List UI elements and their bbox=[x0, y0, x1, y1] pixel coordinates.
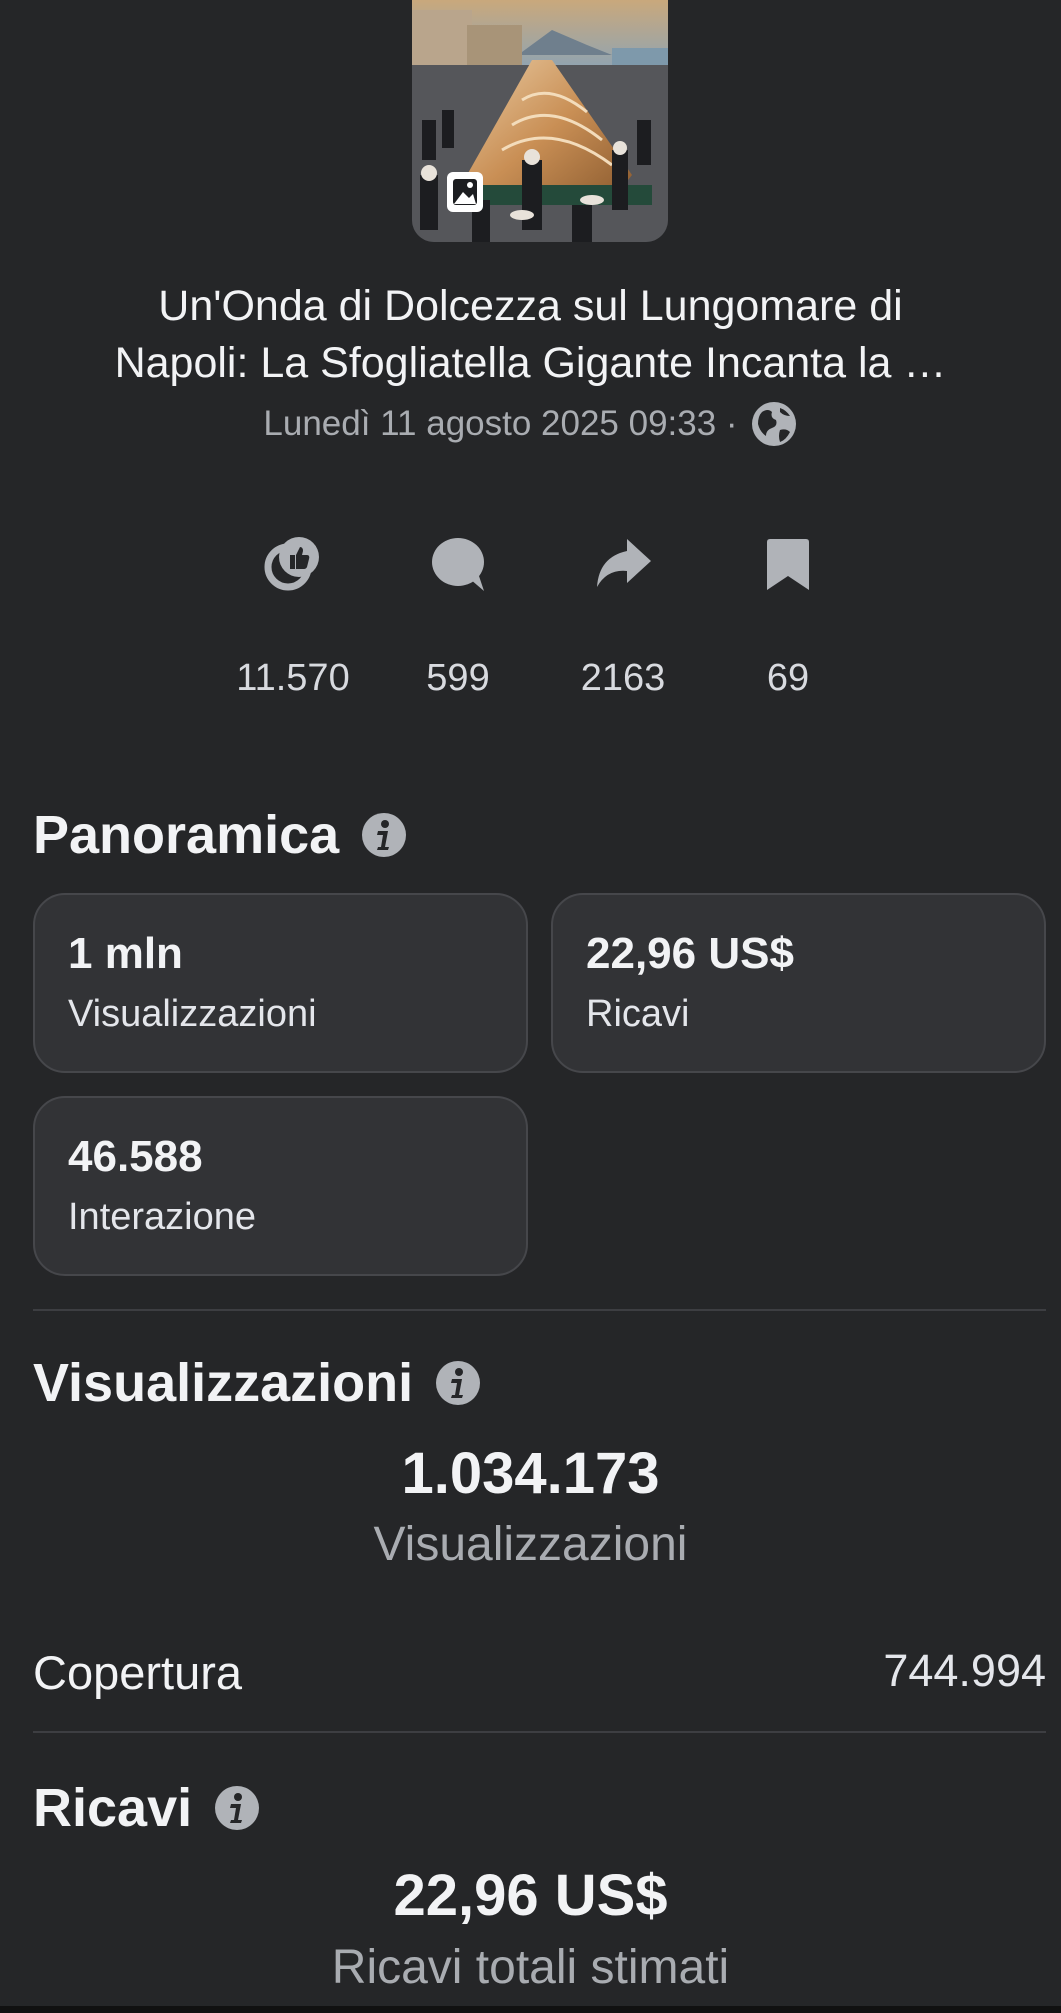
post-title-line-1: Un'Onda di Dolcezza sul Lungomare di bbox=[158, 282, 903, 330]
overview-card-revenue[interactable]: 22,96 US$ Ricavi bbox=[551, 893, 1046, 1073]
divider bbox=[33, 1309, 1046, 1311]
stat-reactions[interactable]: 11.570 bbox=[213, 535, 373, 700]
stat-shares-value: 2163 bbox=[580, 657, 666, 699]
divider bbox=[33, 1731, 1046, 1733]
overview-card-views-label: Visualizzazioni bbox=[68, 993, 317, 1035]
reach-label: Copertura bbox=[33, 1646, 242, 1699]
stat-comments-value: 599 bbox=[426, 657, 490, 699]
revenue-total: 22,96 US$ bbox=[393, 1863, 668, 1928]
photo-icon bbox=[447, 172, 483, 212]
overview-card-views[interactable]: 1 mln Visualizzazioni bbox=[33, 893, 528, 1073]
post-thumbnail[interactable] bbox=[412, 0, 668, 242]
overview-card-revenue-value: 22,96 US$ bbox=[586, 929, 794, 978]
overview-card-revenue-label: Ricavi bbox=[586, 993, 690, 1035]
stat-reactions-value: 11.570 bbox=[236, 657, 350, 699]
reach-value: 744.994 bbox=[883, 1645, 1046, 1696]
revenue-total-label: Ricavi totali stimati bbox=[331, 1941, 730, 1994]
bottom-edge bbox=[0, 2006, 1061, 2013]
overview-title: Panoramica bbox=[33, 805, 340, 865]
revenue-heading: Ricavi bbox=[33, 1777, 260, 1839]
overview-heading: Panoramica bbox=[33, 804, 407, 866]
info-icon[interactable] bbox=[361, 812, 407, 858]
overview-card-engagement-label: Interazione bbox=[68, 1196, 257, 1238]
bookmark-icon bbox=[767, 539, 809, 590]
overview-card-engagement-value: 46.588 bbox=[68, 1132, 203, 1181]
stat-saves[interactable]: 69 bbox=[708, 535, 868, 700]
post-title-line-2: Napoli: La Sfogliatella Gigante Incanta … bbox=[114, 339, 947, 387]
revenue-title: Ricavi bbox=[33, 1778, 193, 1838]
comment-icon bbox=[432, 538, 484, 591]
post-title: Un'Onda di Dolcezza sul Lungomare di Nap… bbox=[40, 278, 1021, 392]
reactions-icon bbox=[264, 537, 319, 591]
overview-card-views-value: 1 mln bbox=[68, 929, 183, 978]
stat-comments[interactable]: 599 bbox=[378, 535, 538, 700]
share-icon bbox=[597, 539, 651, 587]
info-icon[interactable] bbox=[214, 1785, 260, 1831]
post-meta: Lunedì 11 agosto 2025 09:33 · bbox=[0, 400, 1061, 448]
info-icon[interactable] bbox=[435, 1360, 481, 1406]
stat-shares[interactable]: 2163 bbox=[543, 535, 703, 700]
post-date: Lunedì 11 agosto 2025 09:33 · bbox=[263, 404, 738, 443]
views-title: Visualizzazioni bbox=[33, 1353, 414, 1413]
stat-saves-value: 69 bbox=[766, 657, 810, 699]
globe-icon bbox=[751, 402, 796, 446]
views-heading: Visualizzazioni bbox=[33, 1352, 481, 1414]
views-total: 1.034.173 bbox=[401, 1441, 660, 1506]
overview-card-engagement[interactable]: 46.588 Interazione bbox=[33, 1096, 528, 1276]
views-total-label: Visualizzazioni bbox=[373, 1518, 688, 1571]
